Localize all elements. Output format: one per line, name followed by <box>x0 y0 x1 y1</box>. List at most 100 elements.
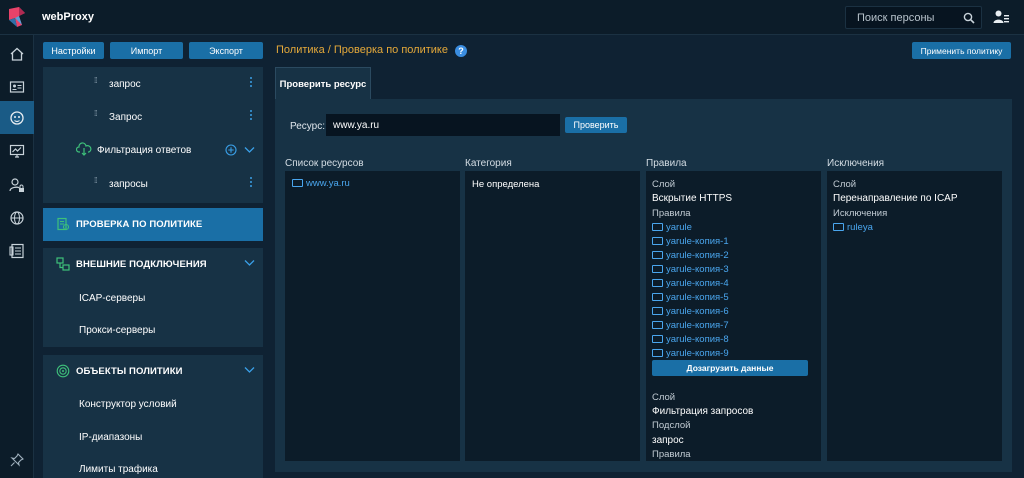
nav-network[interactable] <box>0 201 34 234</box>
nav-label: ОБЪЕКТЫ ПОЛИТИКИ <box>76 366 183 377</box>
rule-link[interactable]: yarule-копия-8 <box>652 334 729 345</box>
rule-link[interactable]: yarule <box>652 222 692 233</box>
monitor-chart-icon <box>9 144 25 158</box>
nav-external-connections: ВНЕШНИЕ ПОДКЛЮЧЕНИЯ ICAP-серверы Прокси-… <box>43 248 263 347</box>
exception-link-label: ruleya <box>847 222 873 233</box>
resource-link[interactable]: www.ya.ru <box>292 178 350 189</box>
policy-check-icon <box>57 217 70 231</box>
rules-label: Правила <box>652 449 691 460</box>
nav-pin[interactable] <box>0 443 34 476</box>
layer-name: Фильтрация запросов <box>652 406 754 417</box>
resource-label: Ресурс: <box>290 121 326 132</box>
settings-button[interactable]: Настройки <box>43 42 104 59</box>
chevron-down-icon[interactable] <box>244 146 255 154</box>
nav-item-traffic-limits[interactable]: Лимиты трафика <box>79 464 158 475</box>
tab-body: Ресурс: Проверить Список ресурсов Катего… <box>275 99 1012 472</box>
user-list-icon[interactable] <box>993 9 1009 25</box>
nav-label: ПРОВЕРКА ПО ПОЛИТИКЕ <box>76 219 203 230</box>
nav-home[interactable] <box>0 37 34 70</box>
drag-handle-icon[interactable]: ⁞⁞ <box>94 77 100 89</box>
folder-icon <box>652 307 663 315</box>
category-title: Категория <box>465 158 512 169</box>
chevron-down-icon[interactable] <box>244 366 255 374</box>
person-search[interactable] <box>845 6 982 29</box>
layer-label: Слой <box>833 179 857 190</box>
policy-icon <box>10 110 24 125</box>
exception-link[interactable]: ruleya <box>833 222 873 233</box>
load-more-button[interactable]: Дозагрузить данные <box>652 360 808 376</box>
rule-link[interactable]: yarule-копия-6 <box>652 306 729 317</box>
rule-link[interactable]: yarule-копия-9 <box>652 348 729 359</box>
nav-objects-header[interactable]: ОБЪЕКТЫ ПОЛИТИКИ <box>43 355 263 388</box>
help-icon[interactable]: ? <box>455 45 467 57</box>
drag-handle-icon[interactable]: ⁞⁞ <box>94 110 100 122</box>
nav-policy[interactable] <box>0 101 34 134</box>
more-icon[interactable] <box>249 110 253 122</box>
check-button[interactable]: Проверить <box>565 117 627 133</box>
nav-policy-check[interactable]: ПРОВЕРКА ПО ПОЛИТИКЕ <box>43 208 263 241</box>
layer-name: Вскрытие HTTPS <box>652 193 733 204</box>
tree-item-rule[interactable]: ⁞⁞ запросы <box>43 173 263 195</box>
rule-link-label: yarule-копия-1 <box>666 236 729 247</box>
rule-link[interactable]: yarule-копия-2 <box>652 250 729 261</box>
exceptions-label: Исключения <box>833 208 888 219</box>
rule-link[interactable]: yarule-копия-5 <box>652 292 729 303</box>
resources-title: Список ресурсов <box>285 158 364 169</box>
tree-item-rule[interactable]: ⁞⁞ Запрос <box>43 106 263 128</box>
exceptions-title: Исключения <box>827 158 885 169</box>
resource-link-label: www.ya.ru <box>306 178 350 189</box>
app-title: webProxy <box>42 11 94 23</box>
more-icon[interactable] <box>249 177 253 189</box>
more-icon[interactable] <box>249 77 253 89</box>
rule-link-label: yarule-копия-6 <box>666 306 729 317</box>
rule-link-label: yarule-копия-9 <box>666 348 729 359</box>
nav-item-proxy-servers[interactable]: Прокси-серверы <box>79 325 155 336</box>
cloud-download-icon <box>76 142 92 156</box>
user-lock-icon <box>9 177 24 192</box>
search-icon[interactable] <box>963 12 975 24</box>
folder-icon <box>652 293 663 301</box>
rule-link-label: yarule-копия-3 <box>666 264 729 275</box>
rule-link[interactable]: yarule-копия-3 <box>652 264 729 275</box>
nav-monitoring[interactable] <box>0 134 34 167</box>
folder-icon <box>292 179 303 187</box>
drag-handle-icon[interactable]: ⁞⁞ <box>94 177 100 189</box>
resource-input[interactable] <box>326 114 560 136</box>
globe-icon <box>10 210 24 225</box>
apply-policy-button[interactable]: Применить политику <box>912 42 1011 59</box>
category-column: Не определена <box>465 171 640 461</box>
layer-name: Перенаправление по ICAP <box>833 193 958 204</box>
nav-policy-check-header: ПРОВЕРКА ПО ПОЛИТИКЕ <box>43 208 263 241</box>
rule-link-label: yarule-копия-2 <box>666 250 729 261</box>
nav-logs[interactable] <box>0 234 34 267</box>
icon-sidebar <box>0 35 34 478</box>
rule-link[interactable]: yarule-копия-4 <box>652 278 729 289</box>
tree-item-label: запрос <box>109 79 141 90</box>
rule-link[interactable]: yarule-копия-1 <box>652 236 729 247</box>
home-icon <box>10 47 24 61</box>
tree-item-label: запросы <box>109 179 148 190</box>
tab-check-resource[interactable]: Проверить ресурс <box>275 67 371 100</box>
search-input[interactable] <box>846 7 958 28</box>
nav-external-header[interactable]: ВНЕШНИЕ ПОДКЛЮЧЕНИЯ <box>43 248 263 281</box>
folder-icon <box>652 237 663 245</box>
nav-persons[interactable] <box>0 70 34 103</box>
nav-item-condition-builder[interactable]: Конструктор условий <box>79 399 177 410</box>
policy-tree: ⁞⁞ запрос ⁞⁞ Запрос Фильтрация ответов ⁞… <box>43 67 263 203</box>
rule-link-label: yarule-копия-8 <box>666 334 729 345</box>
add-circle-icon[interactable] <box>225 144 237 156</box>
chevron-down-icon[interactable] <box>244 259 255 267</box>
target-icon <box>56 364 70 378</box>
nav-users[interactable] <box>0 168 34 201</box>
export-button[interactable]: Экспорт <box>189 42 263 59</box>
layer-label: Слой <box>652 179 676 190</box>
id-card-icon <box>9 80 25 93</box>
folder-icon <box>652 251 663 259</box>
import-button[interactable]: Импорт <box>110 42 183 59</box>
tree-item-layer[interactable]: Фильтрация ответов <box>43 139 263 161</box>
tree-item-rule[interactable]: ⁞⁞ запрос <box>43 73 263 95</box>
nav-item-icap-servers[interactable]: ICAP-серверы <box>79 293 145 304</box>
nav-item-ip-ranges[interactable]: IP-диапазоны <box>79 432 142 443</box>
folder-icon <box>652 279 663 287</box>
rule-link[interactable]: yarule-копия-7 <box>652 320 729 331</box>
